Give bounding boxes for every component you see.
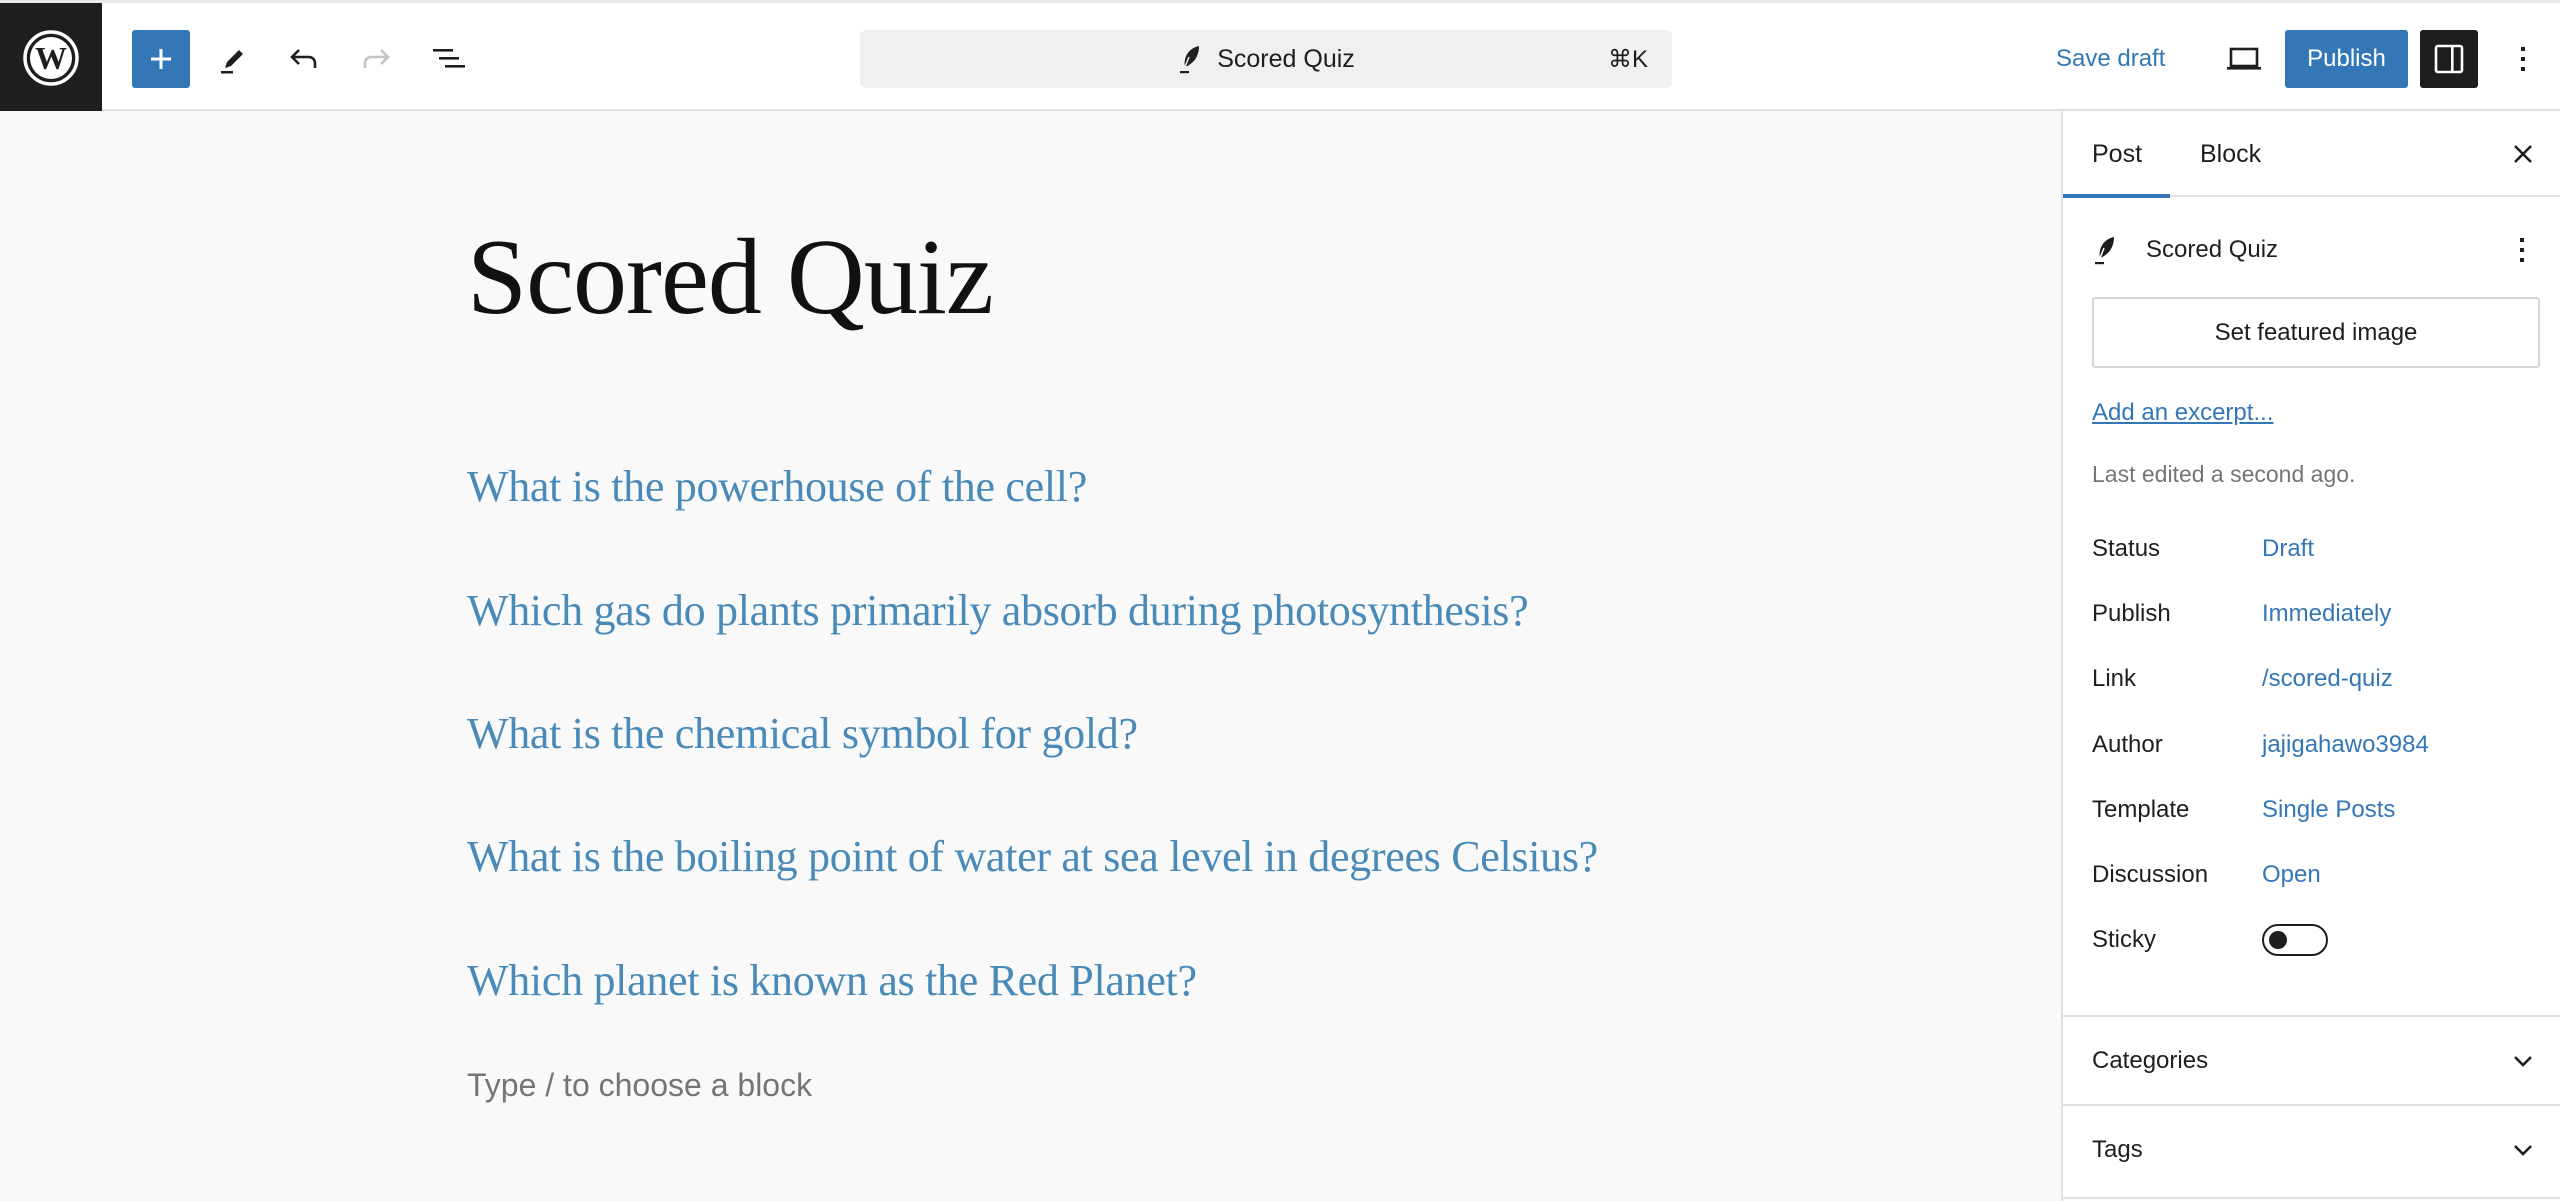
command-bar-title: Scored Quiz	[1217, 44, 1355, 73]
settings-sidebar: Post Block Scored Quiz Set featured imag…	[2061, 111, 2560, 1201]
status-value-button[interactable]: Draft	[2262, 535, 2314, 563]
meta-row-discussion: Discussion Open	[2092, 855, 2532, 895]
meta-label: Publish	[2092, 600, 2171, 627]
editor-canvas: Scored Quiz What is the powerhouse of th…	[0, 111, 2061, 1201]
meta-label: Discussion	[2092, 861, 2209, 888]
meta-label: Template	[2092, 796, 2190, 823]
plus-icon	[151, 49, 171, 69]
preview-button[interactable]	[2215, 30, 2273, 88]
meta-label: Link	[2092, 665, 2137, 692]
sidebar-toggle-icon	[2434, 44, 2464, 74]
post-summary-card: Scored Quiz	[2092, 225, 2542, 275]
meta-label: Sticky	[2092, 926, 2157, 953]
chevron-down-icon	[2506, 1044, 2540, 1078]
post-actions-button[interactable]	[2502, 225, 2542, 275]
wordpress-logo-button[interactable]: W	[0, 3, 102, 112]
post-feather-icon	[2095, 237, 2114, 265]
meta-row-status: Status Draft	[2092, 529, 2532, 569]
undo-button[interactable]	[275, 30, 333, 88]
categories-panel-toggle[interactable]: Categories	[2063, 1015, 2560, 1104]
post-card-title: Scored Quiz	[2146, 236, 2279, 263]
command-palette-button[interactable]: Scored Quiz ⌘K	[860, 30, 1672, 88]
options-menu-button[interactable]	[2498, 30, 2548, 88]
sidebar-tabs: Post Block	[2063, 111, 2560, 198]
tools-button[interactable]	[203, 30, 261, 88]
close-sidebar-button[interactable]	[2500, 131, 2546, 177]
redo-icon	[363, 49, 390, 68]
meta-row-link: Link /scored-quiz	[2092, 659, 2532, 699]
meta-row-publish: Publish Immediately	[2092, 594, 2532, 634]
meta-label: Author	[2092, 731, 2163, 758]
meta-row-template: Template Single Posts	[2092, 790, 2532, 830]
sticky-toggle[interactable]	[2262, 924, 2328, 956]
tab-block[interactable]: Block	[2200, 111, 2261, 197]
vertical-ellipsis-icon	[2521, 47, 2525, 71]
question-heading[interactable]: What is the boiling point of water at se…	[467, 831, 1598, 882]
meta-label: Status	[2092, 535, 2161, 562]
question-heading[interactable]: What is the chemical symbol for gold?	[467, 708, 1138, 759]
permalink-button[interactable]: /scored-quiz	[2262, 665, 2393, 693]
author-button[interactable]: jajigahawo3984	[2262, 731, 2429, 759]
set-featured-image-button[interactable]: Set featured image	[2092, 297, 2540, 368]
block-placeholder[interactable]: Type / to choose a block	[467, 1067, 812, 1104]
question-heading[interactable]: What is the powerhouse of the cell?	[467, 461, 1087, 512]
settings-toggle-button[interactable]	[2420, 30, 2478, 88]
panel-title: Tags	[2092, 1135, 2143, 1163]
laptop-icon	[2227, 47, 2261, 70]
editor-header: W Scored Quiz ⌘K Save draft Publish	[0, 0, 2560, 112]
list-view-icon	[433, 49, 465, 68]
tags-panel-toggle[interactable]: Tags	[2063, 1104, 2560, 1193]
publish-button[interactable]: Publish	[2285, 30, 2408, 88]
question-heading[interactable]: Which gas do plants primarily absorb dur…	[467, 585, 1529, 636]
add-excerpt-link[interactable]: Add an excerpt...	[2092, 399, 2273, 427]
wordpress-logo-icon: W	[23, 29, 79, 86]
discussion-button[interactable]: Open	[2262, 861, 2321, 889]
active-tab-indicator	[2063, 194, 2170, 198]
question-heading[interactable]: Which planet is known as the Red Planet?	[467, 955, 1197, 1006]
save-draft-button[interactable]: Save draft	[2056, 30, 2165, 88]
last-edited-text: Last edited a second ago.	[2092, 461, 2356, 487]
redo-button[interactable]	[347, 30, 405, 88]
document-overview-button[interactable]	[420, 30, 478, 88]
add-block-button[interactable]	[132, 30, 190, 88]
keyboard-shortcut-label: ⌘K	[1607, 45, 1648, 73]
panel-title: Categories	[2092, 1046, 2209, 1074]
close-icon	[2514, 145, 2532, 163]
template-button[interactable]: Single Posts	[2262, 796, 2395, 824]
chevron-down-icon	[2506, 1133, 2540, 1167]
vertical-ellipsis-icon	[2520, 238, 2524, 262]
pencil-icon	[221, 50, 243, 74]
meta-row-author: Author jajigahawo3984	[2092, 725, 2532, 765]
undo-icon	[290, 49, 317, 68]
meta-row-sticky: Sticky	[2092, 920, 2532, 960]
svg-text:W: W	[35, 40, 67, 76]
post-feather-icon	[1180, 46, 1200, 74]
tab-post[interactable]: Post	[2092, 111, 2142, 197]
toggle-knob	[2269, 931, 2287, 949]
post-title[interactable]: Scored Quiz	[467, 216, 994, 340]
panel-divider	[2063, 1197, 2560, 1199]
publish-date-button[interactable]: Immediately	[2262, 600, 2391, 628]
